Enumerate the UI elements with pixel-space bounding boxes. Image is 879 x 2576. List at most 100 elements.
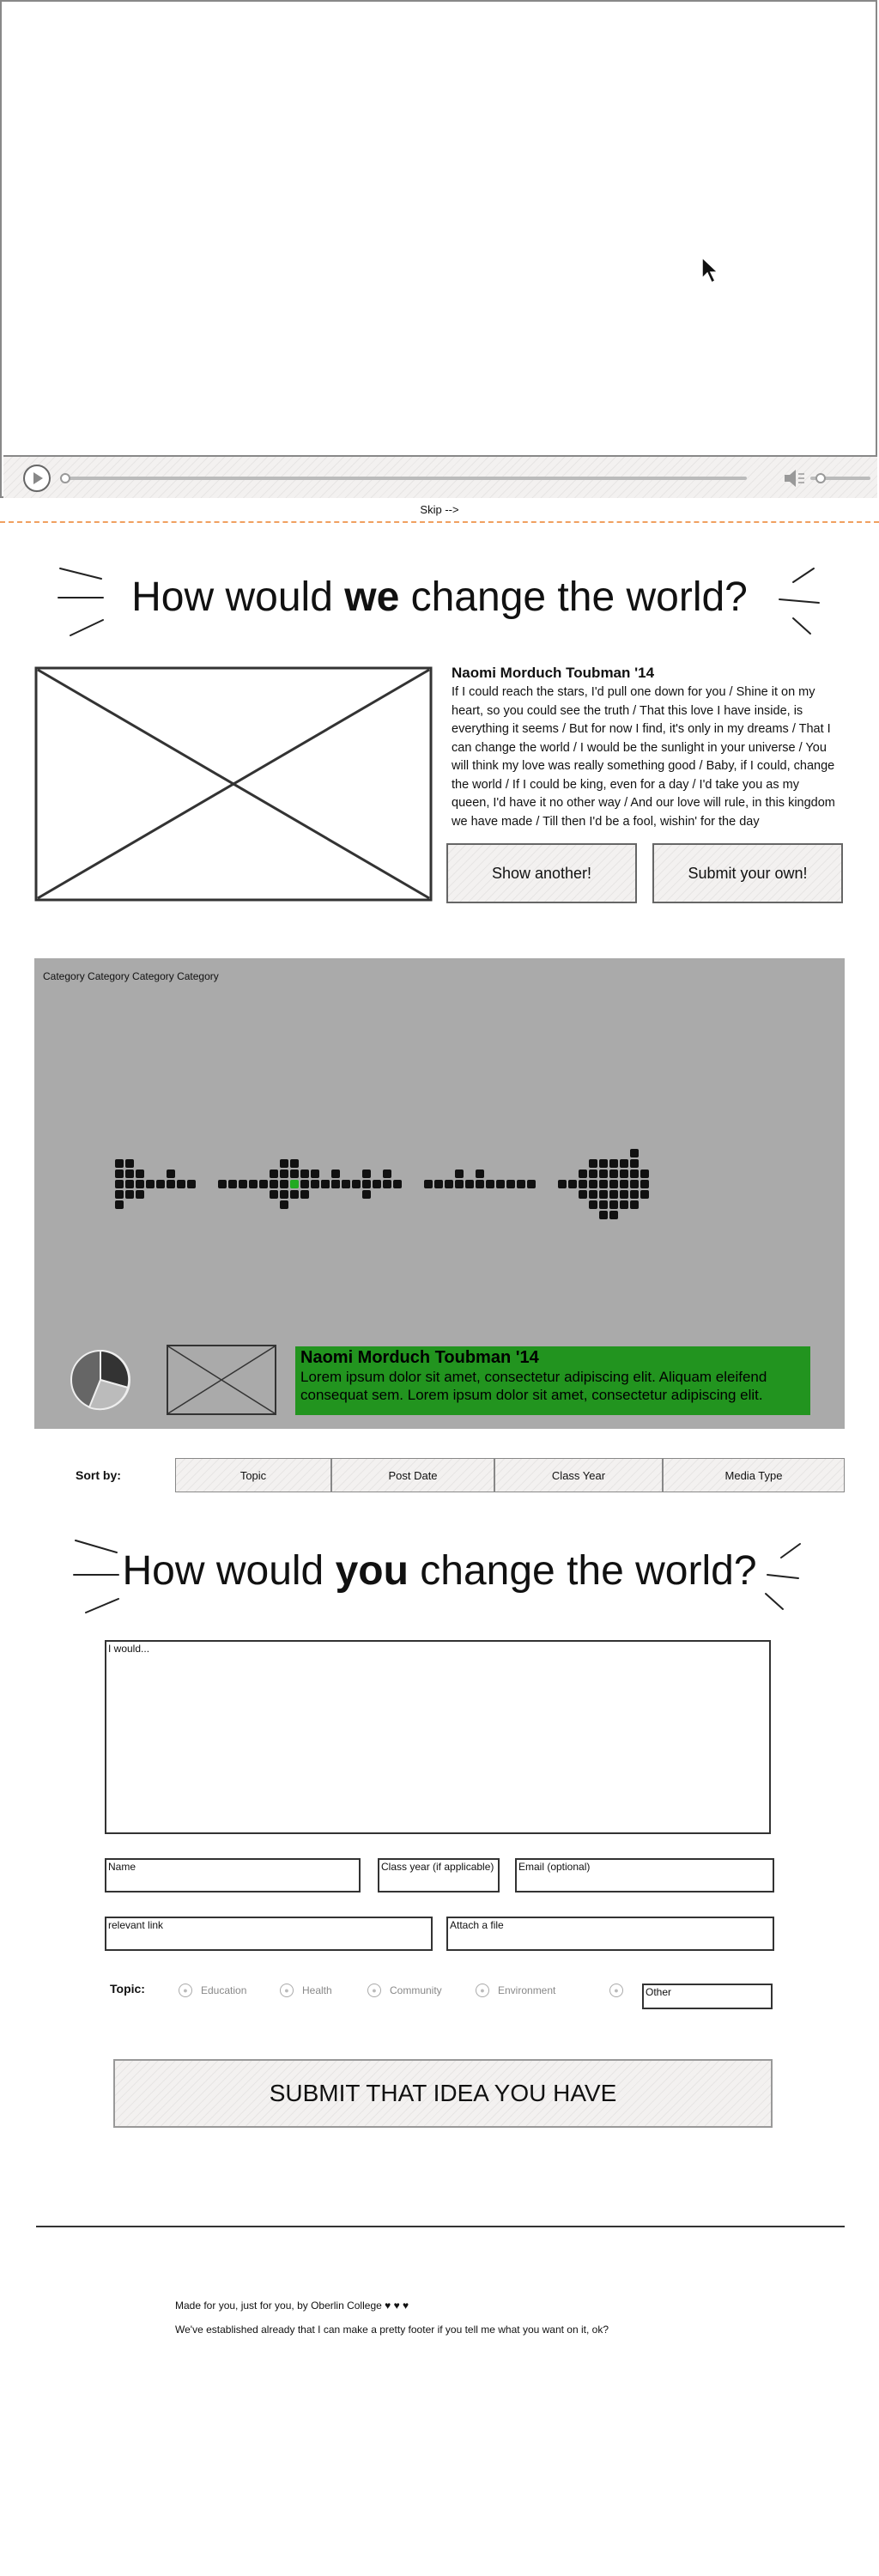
idea-dot[interactable]: [300, 1170, 309, 1178]
idea-dot[interactable]: [620, 1180, 628, 1188]
radio-icon[interactable]: ●: [179, 1984, 192, 1997]
idea-dot[interactable]: [290, 1190, 299, 1199]
idea-dot[interactable]: [434, 1180, 443, 1188]
idea-dot[interactable]: [579, 1170, 587, 1178]
idea-textarea[interactable]: I would...: [105, 1640, 771, 1834]
idea-dot[interactable]: [589, 1159, 597, 1168]
idea-dot[interactable]: [383, 1170, 391, 1178]
idea-dot[interactable]: [517, 1180, 525, 1188]
idea-dot[interactable]: [630, 1180, 639, 1188]
idea-dot[interactable]: [640, 1180, 649, 1188]
idea-dot[interactable]: [589, 1190, 597, 1199]
idea-dot[interactable]: [383, 1180, 391, 1188]
idea-dot[interactable]: [589, 1200, 597, 1209]
sort-class-year-tab[interactable]: Class Year: [494, 1458, 663, 1492]
name-field[interactable]: Name: [105, 1858, 361, 1893]
sort-media-type-tab[interactable]: Media Type: [663, 1458, 845, 1492]
idea-dot[interactable]: [156, 1180, 165, 1188]
idea-dot[interactable]: [579, 1180, 587, 1188]
idea-dot[interactable]: [362, 1180, 371, 1188]
idea-dot[interactable]: [125, 1190, 134, 1199]
idea-dot[interactable]: [609, 1170, 618, 1178]
idea-dot[interactable]: [259, 1180, 268, 1188]
idea-dot[interactable]: [630, 1190, 639, 1199]
idea-dot[interactable]: [599, 1170, 608, 1178]
idea-dot[interactable]: [640, 1190, 649, 1199]
idea-dot[interactable]: [599, 1200, 608, 1209]
topic-education-radio[interactable]: ● Education: [179, 1984, 246, 1997]
idea-dot[interactable]: [630, 1170, 639, 1178]
idea-dot[interactable]: [599, 1211, 608, 1219]
idea-dot[interactable]: [620, 1159, 628, 1168]
submit-idea-button[interactable]: SUBMIT THAT IDEA YOU HAVE: [113, 2059, 773, 2128]
idea-dot[interactable]: [228, 1180, 237, 1188]
idea-dot[interactable]: [620, 1190, 628, 1199]
idea-dot[interactable]: [125, 1170, 134, 1178]
selected-idea-dot[interactable]: [290, 1180, 299, 1188]
idea-dot[interactable]: [609, 1211, 618, 1219]
idea-dot[interactable]: [609, 1190, 618, 1199]
class-year-field[interactable]: Class year (if applicable): [378, 1858, 500, 1893]
idea-dot[interactable]: [239, 1180, 247, 1188]
idea-dot[interactable]: [115, 1200, 124, 1209]
idea-dot[interactable]: [609, 1159, 618, 1168]
idea-dot[interactable]: [300, 1190, 309, 1199]
idea-dot[interactable]: [609, 1200, 618, 1209]
radio-icon[interactable]: ●: [367, 1984, 381, 1997]
idea-dot[interactable]: [630, 1159, 639, 1168]
idea-dot[interactable]: [270, 1190, 278, 1199]
radio-icon[interactable]: ●: [280, 1984, 294, 1997]
topic-health-radio[interactable]: ● Health: [280, 1984, 332, 1997]
idea-dot[interactable]: [476, 1170, 484, 1178]
idea-dot[interactable]: [146, 1180, 155, 1188]
topic-community-radio[interactable]: ● Community: [367, 1984, 442, 1997]
attach-file-field[interactable]: Attach a file: [446, 1917, 774, 1951]
radio-icon[interactable]: ●: [609, 1984, 623, 1997]
idea-dot[interactable]: [125, 1180, 134, 1188]
seek-handle[interactable]: [60, 473, 70, 483]
submit-your-own-button[interactable]: Submit your own!: [652, 843, 843, 903]
idea-dot[interactable]: [218, 1180, 227, 1188]
idea-dot[interactable]: [249, 1180, 258, 1188]
idea-dot[interactable]: [342, 1180, 350, 1188]
idea-dot[interactable]: [136, 1180, 144, 1188]
idea-dot[interactable]: [393, 1180, 402, 1188]
idea-dot[interactable]: [136, 1190, 144, 1199]
relevant-link-field[interactable]: relevant link: [105, 1917, 433, 1951]
idea-dot[interactable]: [280, 1180, 288, 1188]
skip-video-link[interactable]: Skip -->: [0, 503, 879, 516]
idea-dot[interactable]: [568, 1180, 577, 1188]
email-field[interactable]: Email (optional): [515, 1858, 774, 1893]
topic-other-radio[interactable]: ●: [609, 1984, 632, 1997]
idea-dot[interactable]: [373, 1180, 381, 1188]
sort-topic-tab[interactable]: Topic: [175, 1458, 331, 1492]
idea-dot[interactable]: [362, 1190, 371, 1199]
idea-dot[interactable]: [280, 1159, 288, 1168]
idea-dot[interactable]: [115, 1170, 124, 1178]
idea-dot[interactable]: [125, 1159, 134, 1168]
volume-icon[interactable]: [781, 465, 807, 491]
play-icon[interactable]: [22, 464, 52, 493]
topic-other-field[interactable]: Other: [642, 1984, 773, 2009]
idea-dot[interactable]: [589, 1170, 597, 1178]
idea-dot[interactable]: [270, 1170, 278, 1178]
idea-dot[interactable]: [589, 1180, 597, 1188]
idea-dot[interactable]: [311, 1180, 319, 1188]
idea-dot[interactable]: [177, 1180, 185, 1188]
radio-icon[interactable]: ●: [476, 1984, 489, 1997]
idea-dot[interactable]: [609, 1180, 618, 1188]
seek-bar[interactable]: [60, 477, 747, 480]
idea-dot[interactable]: [445, 1180, 453, 1188]
idea-dot[interactable]: [599, 1190, 608, 1199]
idea-dot[interactable]: [136, 1170, 144, 1178]
idea-dot[interactable]: [187, 1180, 196, 1188]
idea-dot[interactable]: [300, 1180, 309, 1188]
idea-dot[interactable]: [270, 1180, 278, 1188]
idea-dot[interactable]: [167, 1180, 175, 1188]
idea-dot[interactable]: [620, 1170, 628, 1178]
topic-environment-radio[interactable]: ● Environment: [476, 1984, 555, 1997]
idea-dot[interactable]: [311, 1170, 319, 1178]
idea-dot[interactable]: [599, 1180, 608, 1188]
idea-dot[interactable]: [465, 1180, 474, 1188]
idea-dot[interactable]: [290, 1170, 299, 1178]
